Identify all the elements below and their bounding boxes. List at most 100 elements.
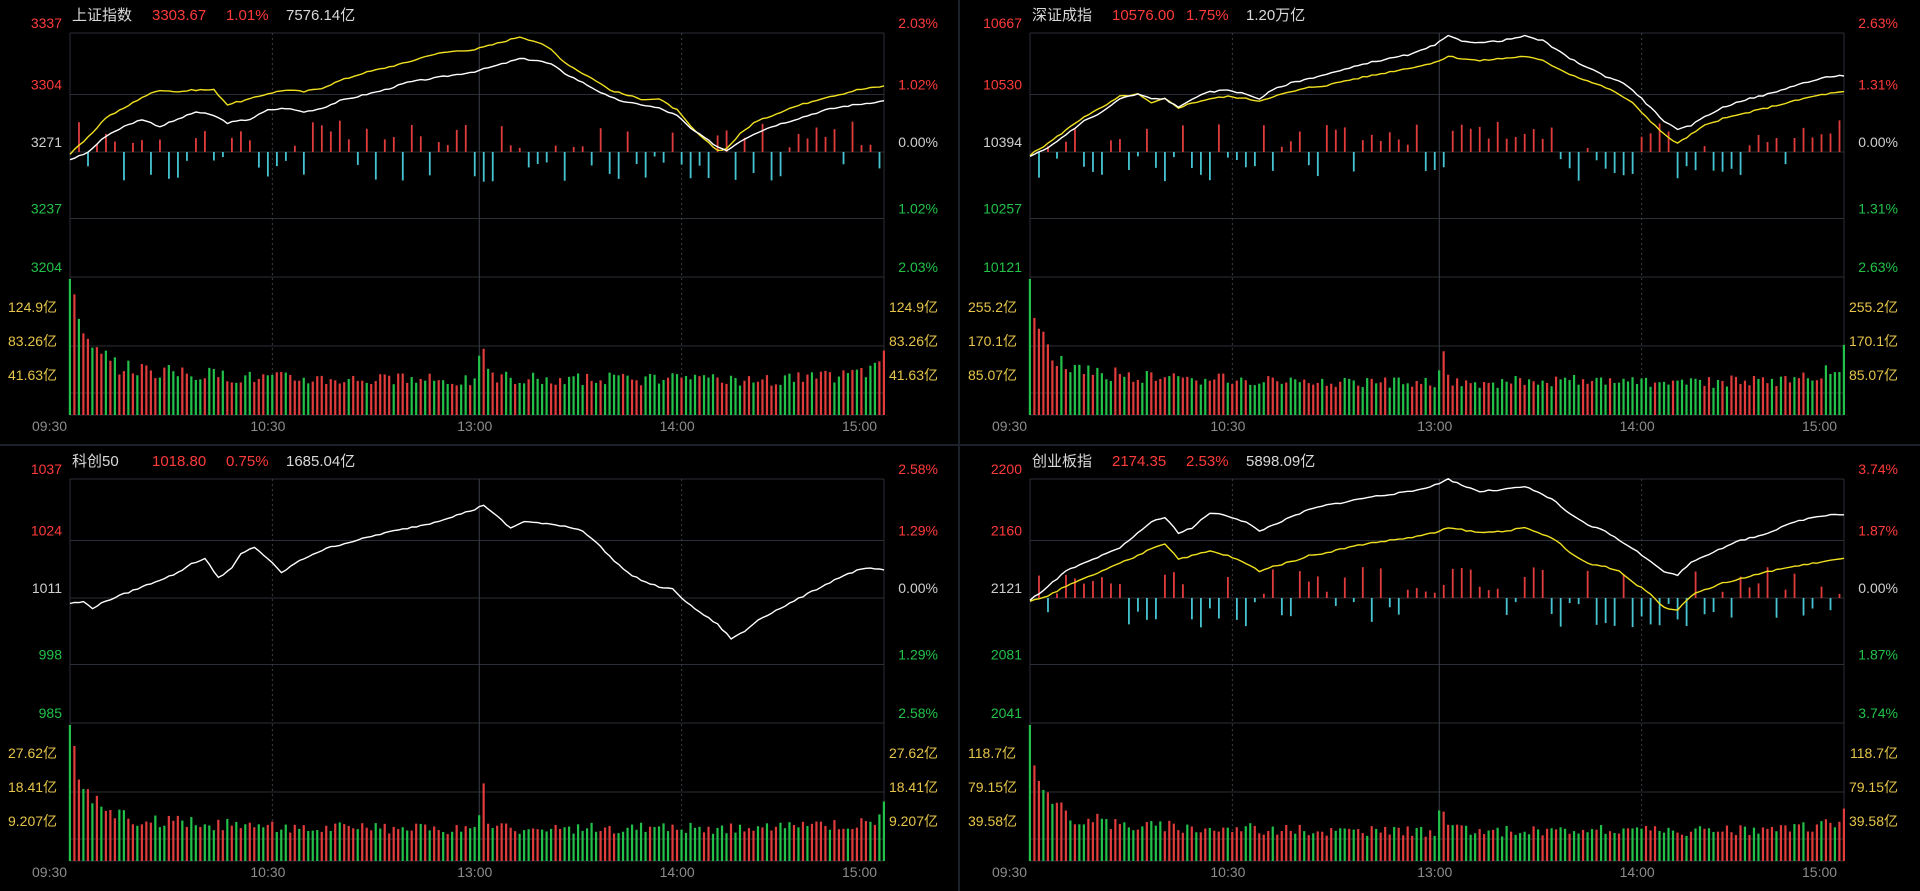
volume-bar-up <box>1775 831 1778 861</box>
breadth-bar-up <box>347 139 350 152</box>
breadth-bar-up <box>1640 136 1643 152</box>
volume-bar-up <box>689 822 692 861</box>
breadth-bar-up <box>1451 568 1454 598</box>
volume-bar-up <box>167 365 170 415</box>
volume-bar-down <box>226 381 229 415</box>
volume-bar-up <box>338 822 341 861</box>
breadth-bar-down <box>374 152 377 180</box>
volume-bar-down <box>1748 385 1751 415</box>
volume-bar-up <box>271 374 274 415</box>
volume-bar-up <box>1550 828 1553 861</box>
volume-bar-down <box>1222 827 1225 861</box>
volume-bar-down <box>397 373 400 415</box>
volume-bar-down <box>770 385 773 415</box>
volume-bar-down <box>1406 826 1409 861</box>
volume-bar-down <box>1608 378 1612 415</box>
volume-bar-down <box>1730 375 1733 415</box>
breadth-bar-down <box>878 152 881 169</box>
volume-bar-up <box>176 376 179 415</box>
breadth-bar-down <box>1694 152 1697 171</box>
volume-bar-down <box>167 815 170 861</box>
volume-bar-down <box>1752 375 1756 415</box>
volume-bar-up <box>1707 828 1711 861</box>
volume-bar-down <box>1042 331 1045 415</box>
breadth-bar-down <box>1128 152 1130 170</box>
breadth-bar-down <box>1712 152 1715 171</box>
time-axis-label: 09:30 <box>992 864 1027 880</box>
volume-bar-down <box>1411 835 1414 861</box>
breadth-bar-up <box>132 142 134 152</box>
volume-bar-down <box>1608 831 1612 861</box>
volume-bar-up <box>1141 382 1144 415</box>
volume-bar-down <box>1285 382 1288 415</box>
breadth-bar-up <box>392 137 395 152</box>
volume-bar-down <box>1581 379 1585 415</box>
volume-bar-up <box>1527 834 1531 861</box>
index-name: 科创50 <box>72 453 119 470</box>
breadth-bar-up <box>1622 574 1625 598</box>
volume-bar-down <box>648 826 652 861</box>
volume-bar-up <box>194 380 197 415</box>
breadth-bar-up <box>1478 126 1481 152</box>
volume-bar-up <box>1541 380 1544 415</box>
volume-bar-up <box>1375 828 1378 861</box>
grid <box>1029 32 1845 416</box>
volume-bar-up <box>720 825 724 861</box>
volume-tick-label: 79.15亿 <box>968 779 1017 795</box>
breadth-bar-up <box>1766 142 1769 152</box>
volume-bar-down <box>500 823 503 861</box>
volume-bar-down <box>140 824 143 861</box>
index-name: 创业板指 <box>1032 452 1092 470</box>
volume-bar-down <box>1456 378 1459 415</box>
volume-bar-down <box>230 382 233 415</box>
breadth-bar-up <box>1316 576 1319 598</box>
volume-tick-label-right: 255.2亿 <box>1849 299 1898 315</box>
volume-bar-down <box>203 378 206 415</box>
volume-bar-up <box>1190 378 1193 415</box>
time-axis-label: 10:30 <box>250 864 285 880</box>
volume-bar-down <box>1469 383 1472 415</box>
breadth-bar-down <box>1397 598 1400 615</box>
volume-bar-up <box>572 833 575 861</box>
volume-bar-up <box>1334 830 1337 861</box>
volume-bar-up <box>1393 377 1396 415</box>
volume-bar-up <box>1626 381 1630 415</box>
volume-bar-down <box>1595 829 1598 861</box>
volume-bar-up <box>738 824 742 861</box>
volume-bar-down <box>1357 829 1360 861</box>
volume-bar-up <box>1698 379 1702 415</box>
volume-bar-down <box>1761 377 1765 415</box>
volume-bar-down <box>239 382 242 415</box>
volume-bar-up <box>617 375 620 415</box>
volume-bar-up <box>424 380 427 415</box>
volume-bar-up <box>1501 379 1504 415</box>
index-price-line <box>1029 34 1845 158</box>
volume-bar-up <box>1667 827 1670 861</box>
volume-bar-down <box>343 382 346 415</box>
volume-bar-down <box>1725 825 1729 861</box>
breadth-bar-down <box>1128 598 1130 625</box>
volume-bar-up <box>711 833 715 861</box>
breadth-bar-up <box>1110 583 1112 598</box>
volume-bar-up <box>419 823 422 861</box>
volume-bar-up <box>783 828 787 861</box>
breadth-bar-up <box>1056 593 1058 598</box>
time-axis-label: 15:00 <box>842 418 877 434</box>
volume-bar-up <box>608 372 611 415</box>
volume-bar-up <box>779 384 782 415</box>
breadth-bar-up <box>1307 581 1310 598</box>
breadth-bar-down <box>689 152 692 179</box>
volume-bars <box>68 725 885 861</box>
breadth-bar-down <box>779 152 782 177</box>
breadth-bar-up <box>1217 124 1220 152</box>
breadth-bar-down <box>1604 598 1607 623</box>
volume-bar-down <box>797 372 800 415</box>
volume-bar-up <box>1478 387 1481 415</box>
volume-bar-up <box>302 377 305 415</box>
volume-bar-up <box>77 318 80 415</box>
volume-bar-up <box>1366 378 1369 415</box>
breadth-bar-up <box>1586 570 1589 598</box>
volume-bar-down <box>1172 823 1175 861</box>
breadth-bar-down <box>1235 152 1238 161</box>
index-change-pct: 1.75% <box>1186 7 1229 24</box>
